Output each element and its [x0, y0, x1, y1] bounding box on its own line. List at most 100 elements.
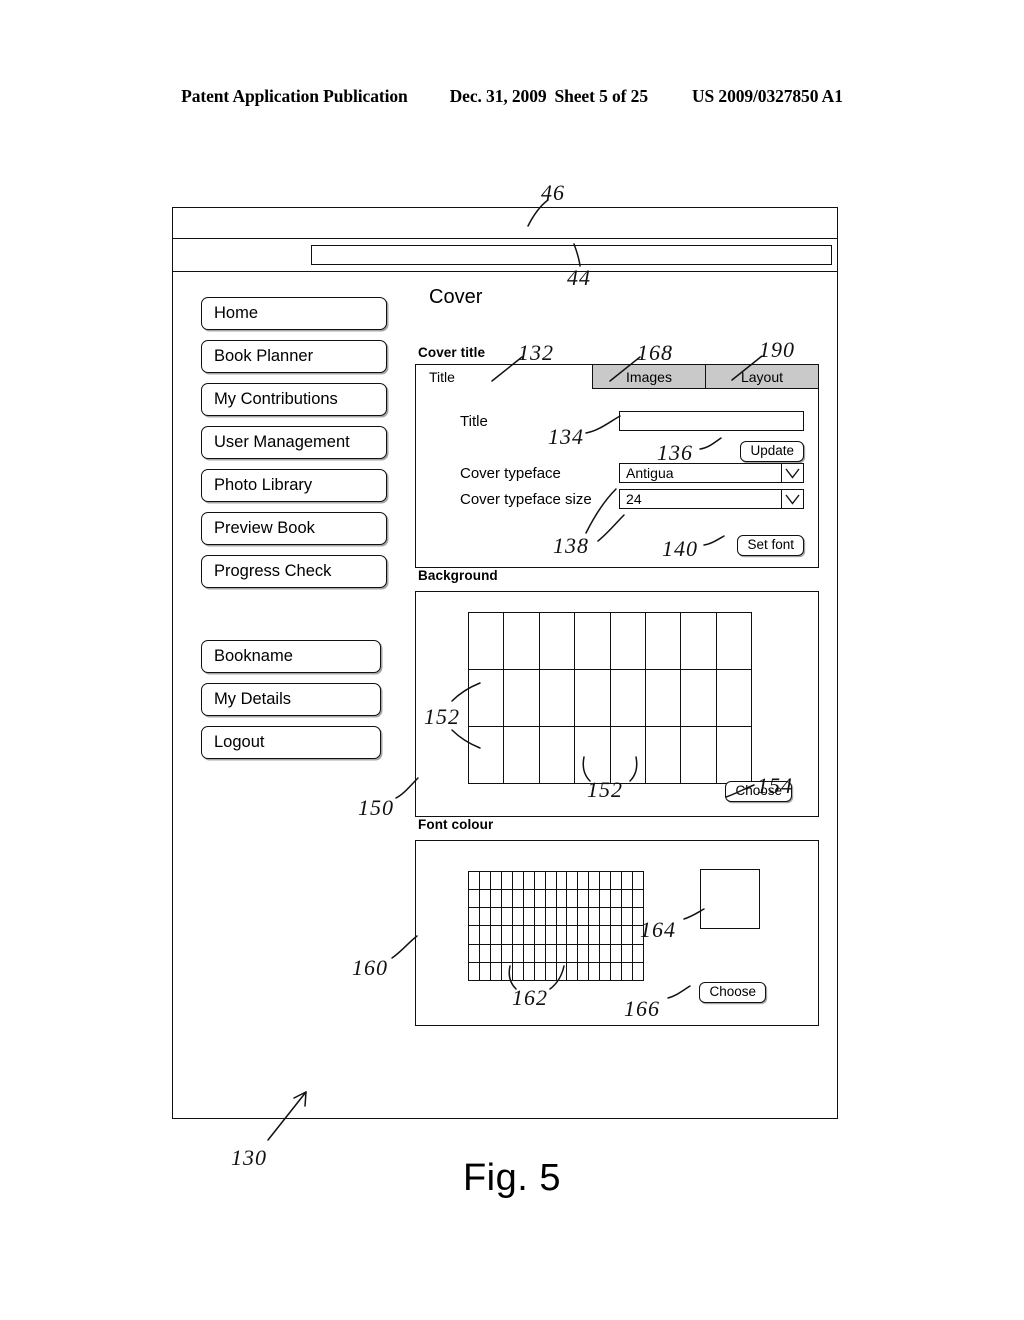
swatch-cell[interactable]: [716, 670, 752, 727]
swatch-cell[interactable]: [610, 613, 646, 670]
swatch-cell[interactable]: [716, 613, 752, 670]
swatch-cell[interactable]: [567, 872, 579, 891]
sidebar-item-bookname[interactable]: Bookname: [201, 640, 381, 673]
swatch-cell[interactable]: [578, 890, 590, 909]
swatch-cell[interactable]: [469, 908, 480, 927]
background-swatch-grid[interactable]: [468, 612, 752, 784]
swatch-cell[interactable]: [600, 908, 612, 927]
swatch-cell[interactable]: [681, 727, 717, 784]
swatch-cell[interactable]: [479, 926, 491, 945]
title-input[interactable]: [619, 411, 804, 431]
swatch-cell[interactable]: [681, 670, 717, 727]
update-button[interactable]: Update: [740, 441, 804, 462]
swatch-cell[interactable]: [512, 926, 524, 945]
swatch-cell[interactable]: [556, 872, 568, 891]
swatch-cell[interactable]: [545, 872, 557, 891]
swatch-cell[interactable]: [479, 962, 491, 981]
swatch-cell[interactable]: [567, 908, 579, 927]
swatch-cell[interactable]: [611, 944, 623, 963]
swatch-cell[interactable]: [645, 670, 682, 727]
swatch-cell[interactable]: [501, 962, 513, 981]
swatch-cell[interactable]: [578, 872, 590, 891]
set-font-button[interactable]: Set font: [737, 535, 804, 556]
swatch-cell[interactable]: [556, 890, 568, 909]
swatch-cell[interactable]: [622, 890, 634, 909]
swatch-cell[interactable]: [578, 926, 590, 945]
swatch-cell[interactable]: [469, 613, 505, 670]
swatch-cell[interactable]: [611, 962, 623, 981]
tab-title[interactable]: Title: [416, 365, 592, 390]
swatch-cell[interactable]: [479, 872, 491, 891]
swatch-cell[interactable]: [600, 872, 612, 891]
swatch-cell[interactable]: [589, 908, 601, 927]
swatch-cell[interactable]: [600, 962, 612, 981]
swatch-cell[interactable]: [523, 962, 535, 981]
swatch-cell[interactable]: [504, 727, 540, 784]
swatch-cell[interactable]: [622, 944, 634, 963]
swatch-cell[interactable]: [504, 613, 540, 670]
swatch-cell[interactable]: [567, 890, 579, 909]
swatch-cell[interactable]: [589, 962, 601, 981]
swatch-cell[interactable]: [490, 872, 502, 891]
swatch-cell[interactable]: [539, 613, 576, 670]
swatch-cell[interactable]: [578, 944, 590, 963]
swatch-cell[interactable]: [539, 670, 576, 727]
swatch-cell[interactable]: [622, 926, 634, 945]
swatch-cell[interactable]: [600, 926, 612, 945]
swatch-cell[interactable]: [633, 944, 644, 963]
typeface-size-select[interactable]: 24: [619, 489, 804, 509]
swatch-cell[interactable]: [611, 926, 623, 945]
swatch-cell[interactable]: [600, 890, 612, 909]
swatch-cell[interactable]: [567, 944, 579, 963]
swatch-cell[interactable]: [545, 962, 557, 981]
swatch-cell[interactable]: [469, 872, 480, 891]
font-colour-swatch-grid[interactable]: [468, 871, 644, 981]
swatch-cell[interactable]: [490, 926, 502, 945]
swatch-cell[interactable]: [567, 926, 579, 945]
swatch-cell[interactable]: [534, 944, 546, 963]
swatch-cell[interactable]: [578, 962, 590, 981]
swatch-cell[interactable]: [523, 944, 535, 963]
swatch-cell[interactable]: [469, 962, 480, 981]
swatch-cell[interactable]: [512, 872, 524, 891]
swatch-cell[interactable]: [589, 890, 601, 909]
swatch-cell[interactable]: [622, 872, 634, 891]
swatch-cell[interactable]: [512, 890, 524, 909]
swatch-cell[interactable]: [645, 727, 682, 784]
swatch-cell[interactable]: [578, 908, 590, 927]
sidebar-item-progress-check[interactable]: Progress Check: [201, 555, 387, 588]
swatch-cell[interactable]: [633, 962, 644, 981]
swatch-cell[interactable]: [523, 890, 535, 909]
swatch-cell[interactable]: [545, 926, 557, 945]
swatch-cell[interactable]: [512, 944, 524, 963]
swatch-cell[interactable]: [501, 872, 513, 891]
swatch-cell[interactable]: [523, 908, 535, 927]
address-input[interactable]: [311, 245, 832, 265]
swatch-cell[interactable]: [534, 962, 546, 981]
swatch-cell[interactable]: [490, 890, 502, 909]
sidebar-item-logout[interactable]: Logout: [201, 726, 381, 759]
sidebar-item-book-planner[interactable]: Book Planner: [201, 340, 387, 373]
swatch-cell[interactable]: [716, 727, 752, 784]
swatch-cell[interactable]: [575, 670, 611, 727]
swatch-cell[interactable]: [534, 872, 546, 891]
swatch-cell[interactable]: [523, 872, 535, 891]
swatch-cell[interactable]: [479, 890, 491, 909]
swatch-cell[interactable]: [545, 908, 557, 927]
swatch-cell[interactable]: [589, 926, 601, 945]
swatch-cell[interactable]: [512, 908, 524, 927]
sidebar-item-my-details[interactable]: My Details: [201, 683, 381, 716]
swatch-cell[interactable]: [504, 670, 540, 727]
swatch-cell[interactable]: [534, 908, 546, 927]
sidebar-item-preview-book[interactable]: Preview Book: [201, 512, 387, 545]
swatch-cell[interactable]: [600, 944, 612, 963]
swatch-cell[interactable]: [479, 908, 491, 927]
swatch-cell[interactable]: [490, 962, 502, 981]
swatch-cell[interactable]: [610, 727, 646, 784]
swatch-cell[interactable]: [556, 908, 568, 927]
swatch-cell[interactable]: [633, 872, 644, 891]
swatch-cell[interactable]: [575, 727, 611, 784]
font-colour-choose-button[interactable]: Choose: [699, 982, 766, 1003]
swatch-cell[interactable]: [469, 944, 480, 963]
swatch-cell[interactable]: [589, 944, 601, 963]
